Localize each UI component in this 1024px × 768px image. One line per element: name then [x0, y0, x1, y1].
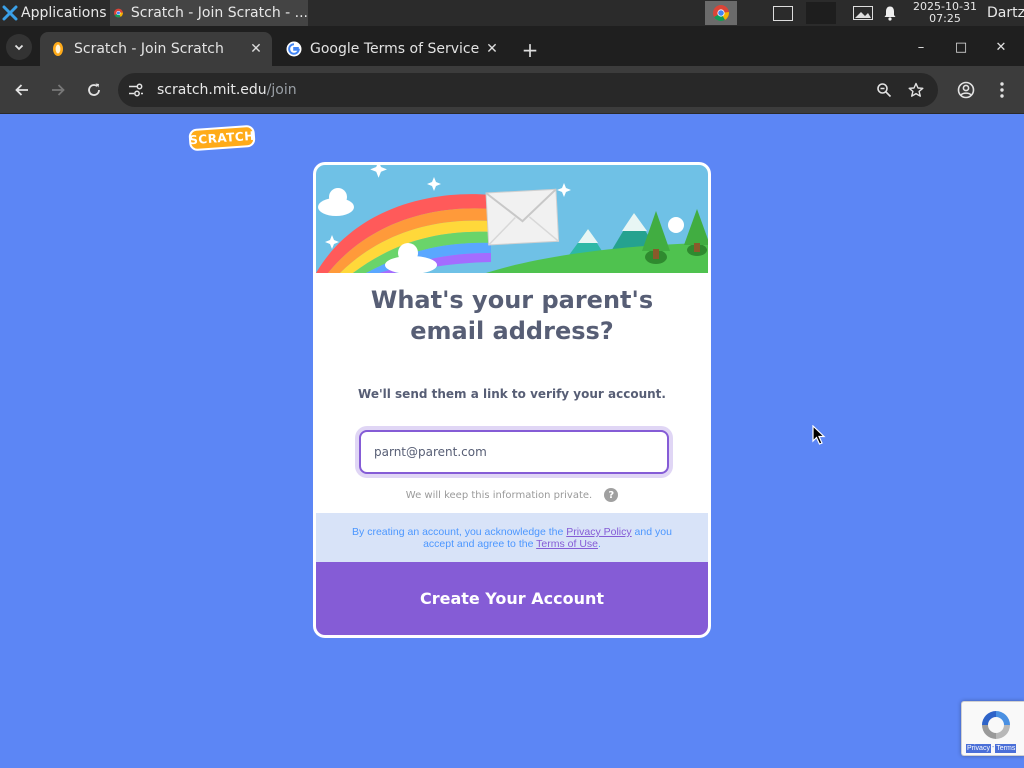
address-bar[interactable]: scratch.mit.edu/join — [118, 73, 938, 107]
url-domain: scratch.mit.edu — [157, 82, 267, 98]
maximize-button[interactable]: □ — [948, 34, 974, 60]
tray-chrome-button[interactable] — [705, 1, 737, 25]
url-text[interactable]: scratch.mit.edu/join — [157, 73, 297, 107]
tab-title: Scratch - Join Scratch — [74, 41, 224, 57]
tab-title: Google Terms of Service — [310, 41, 480, 57]
close-window-button[interactable]: ✕ — [988, 34, 1014, 60]
chevron-down-icon — [14, 44, 24, 51]
google-favicon-icon — [286, 41, 302, 57]
reload-button[interactable] — [81, 77, 107, 103]
help-icon[interactable]: ? — [604, 488, 619, 502]
arrow-left-icon — [15, 84, 28, 96]
applications-logo-icon — [2, 5, 18, 21]
url-path: /join — [266, 82, 297, 98]
tab-scratch-join[interactable]: Scratch - Join Scratch ✕ — [40, 32, 272, 66]
user-name[interactable]: Dartz — [987, 0, 1024, 26]
applications-label: Applications — [21, 5, 107, 21]
legal-text-pre: By creating an account, you acknowledge … — [352, 526, 567, 538]
page-subtitle: We'll send them a link to verify your ac… — [358, 387, 666, 401]
browser-tab-strip: Scratch - Join Scratch ✕ Google Terms of… — [0, 26, 1024, 66]
workspace-2-button[interactable] — [806, 2, 836, 24]
privacy-note-row: We will keep this information private. ? — [316, 488, 708, 502]
minimize-button[interactable]: – — [908, 34, 934, 60]
os-taskbar: Applications ☰ Scratch - Join Scratch - … — [0, 0, 1024, 26]
title-line-1: What's your parent's — [370, 286, 654, 314]
recaptcha-badge[interactable]: Privacy - Terms — [961, 701, 1024, 756]
tab-search-button[interactable] — [6, 34, 32, 60]
profile-icon — [957, 81, 975, 99]
recaptcha-links: Privacy - Terms — [966, 744, 1017, 753]
recaptcha-logo-icon — [982, 711, 1010, 739]
new-tab-button[interactable]: + — [518, 38, 542, 62]
notification-bell-icon[interactable] — [882, 5, 898, 21]
kebab-menu-icon — [1000, 82, 1004, 98]
tab-close-button[interactable]: ✕ — [482, 39, 502, 59]
recaptcha-privacy-link[interactable]: Privacy — [966, 744, 991, 753]
applications-menu[interactable]: Applications ☰ — [0, 0, 119, 26]
chrome-icon — [713, 5, 729, 21]
arrow-right-icon — [52, 84, 65, 96]
privacy-note: We will keep this information private. — [405, 489, 593, 501]
scratch-logo[interactable]: SCRATCH — [188, 124, 256, 152]
hero-illustration — [316, 165, 708, 273]
forward-button[interactable] — [45, 77, 71, 103]
tab-close-button[interactable]: ✕ — [246, 39, 266, 59]
chrome-icon — [114, 8, 123, 18]
page-title: What's your parent's email address? — [316, 285, 708, 347]
scratch-favicon-icon — [53, 42, 63, 56]
taskbar-window-button[interactable]: Scratch - Join Scratch - ... — [110, 0, 308, 26]
taskbar-window-title: Scratch - Join Scratch - ... — [130, 5, 308, 21]
clock[interactable]: 2025-10-31 07:25 — [906, 1, 984, 27]
browser-toolbar: scratch.mit.edu/join — [0, 66, 1024, 114]
browser-menu-button[interactable] — [991, 79, 1013, 101]
bookmark-star-icon[interactable] — [908, 82, 924, 98]
back-button[interactable] — [9, 77, 35, 103]
profile-button[interactable] — [955, 79, 977, 101]
create-account-button[interactable]: Create Your Account — [316, 562, 708, 635]
privacy-policy-link[interactable]: Privacy Policy — [566, 526, 631, 538]
parent-email-input[interactable] — [359, 430, 669, 474]
tab-google-terms[interactable]: Google Terms of Service ✕ — [276, 32, 508, 66]
legal-text-post: . — [598, 538, 601, 550]
mouse-cursor-icon — [812, 425, 826, 445]
site-settings-icon[interactable] — [128, 82, 144, 98]
clock-time: 07:25 — [929, 12, 961, 25]
reload-icon — [88, 83, 100, 96]
terms-of-use-link[interactable]: Terms of Use — [536, 538, 598, 550]
recaptcha-terms-link[interactable]: Terms — [995, 744, 1017, 753]
join-modal: What's your parent's email address? We'l… — [313, 162, 711, 638]
legal-notice: By creating an account, you acknowledge … — [316, 513, 708, 562]
image-viewer-icon[interactable] — [853, 6, 873, 20]
workspace-1-button[interactable] — [768, 2, 798, 24]
zoom-icon[interactable] — [876, 82, 892, 98]
title-line-2: email address? — [410, 317, 614, 345]
workspace-icon — [773, 5, 793, 21]
